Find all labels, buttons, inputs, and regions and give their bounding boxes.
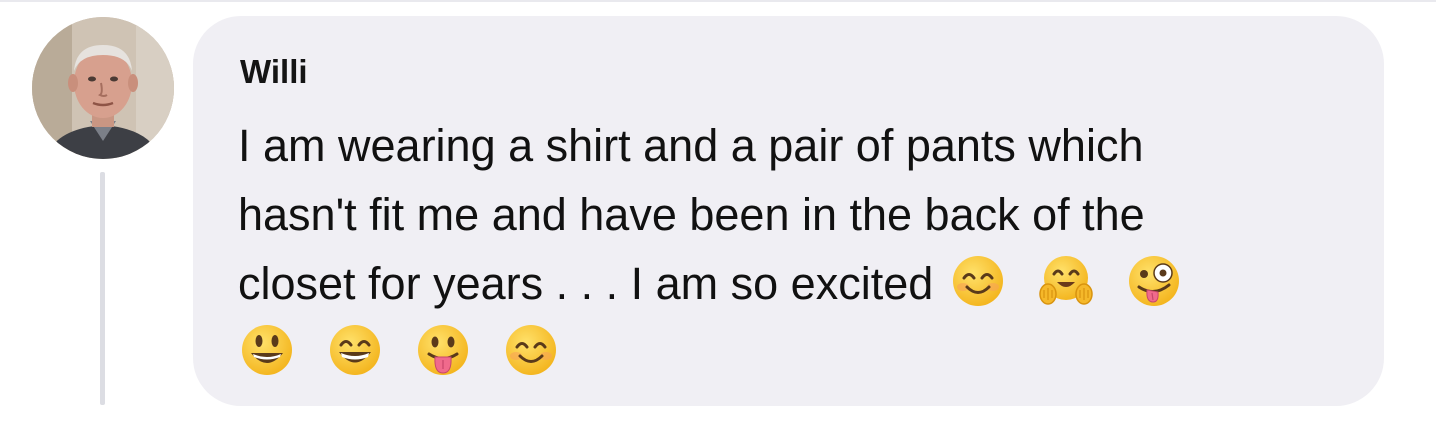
comment-line: hasn't fit me and have been in the back … — [238, 189, 1145, 240]
thread-line — [100, 172, 105, 405]
hugging-face-icon — [1039, 254, 1094, 308]
face-with-tongue-icon — [416, 323, 470, 377]
comment-line: closet for years . . . I am so excited — [238, 249, 1358, 318]
comment-line: I am wearing a shirt and a pair of pants… — [238, 120, 1144, 171]
comment-line — [238, 318, 1358, 387]
zany-face-icon — [1127, 254, 1181, 308]
comment-text: I am wearing a shirt and a pair of pants… — [238, 111, 1358, 387]
comment-line-text: closet for years . . . I am so excited — [238, 258, 934, 309]
avatar[interactable] — [32, 17, 174, 159]
grinning-squinting-eyes-icon — [328, 323, 382, 377]
smiling-face-icon — [951, 254, 1005, 308]
top-divider — [0, 0, 1436, 2]
comment-author[interactable]: Willi — [240, 52, 308, 92]
smiling-face-icon — [504, 323, 558, 377]
avatar-photo — [32, 17, 174, 159]
grinning-face-icon — [240, 323, 294, 377]
